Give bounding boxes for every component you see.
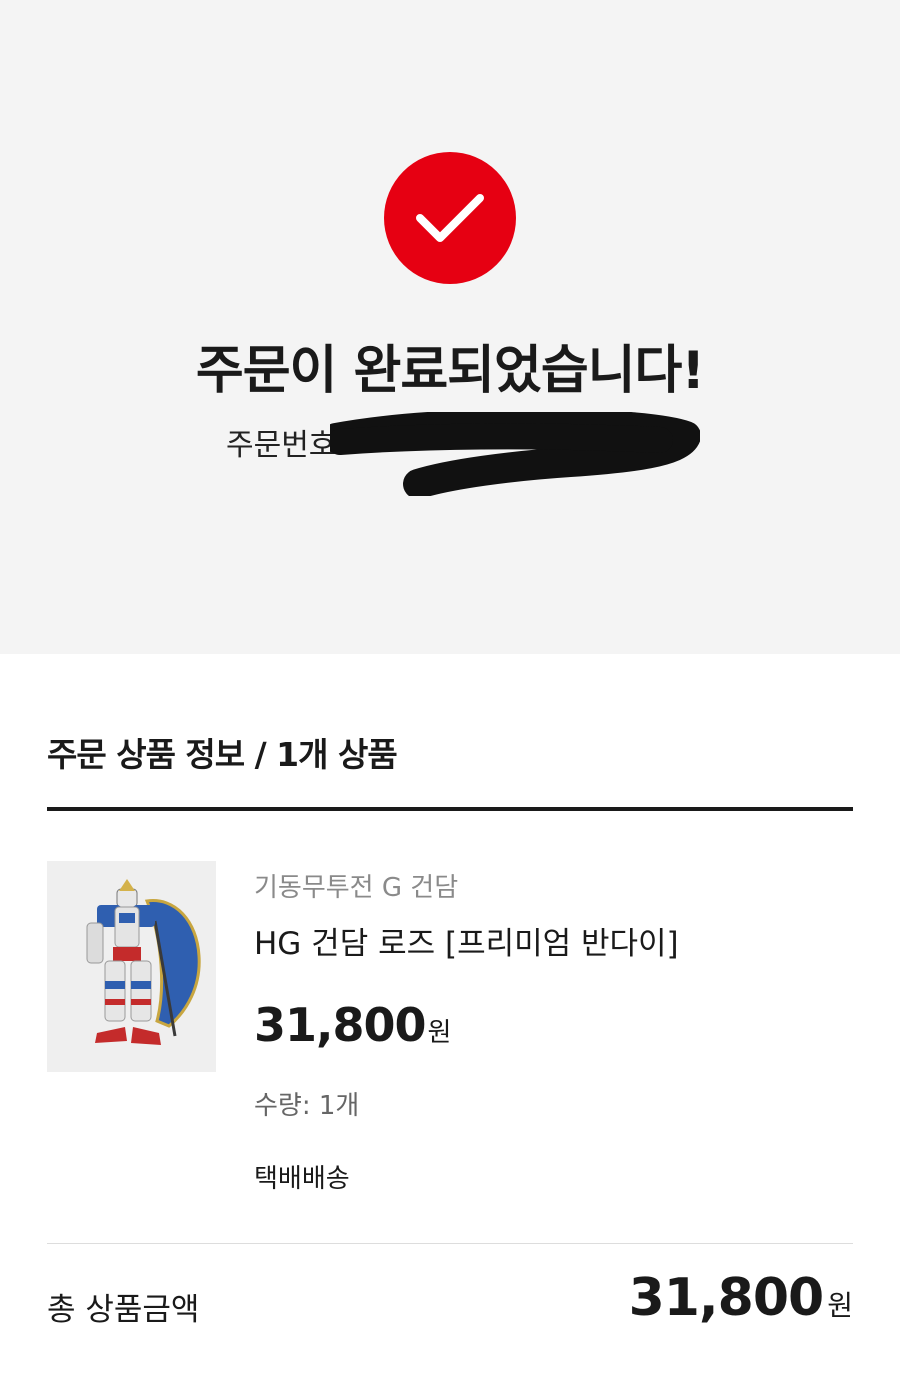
- product-price-value: 31,800: [254, 998, 427, 1052]
- section-divider: [47, 807, 853, 811]
- product-quantity: 수량: 1개: [254, 1091, 360, 1121]
- order-complete-title: 주문이 완료되었습니다!: [195, 341, 705, 401]
- total-label: 총 상품금액: [47, 1292, 200, 1328]
- product-thumbnail[interactable]: [47, 861, 216, 1072]
- product-price-currency: 원: [427, 1018, 452, 1048]
- order-number-label: 주문번호: [226, 428, 337, 463]
- product-name[interactable]: HG 건담 로즈 [프리미엄 반다이]: [254, 918, 679, 963]
- total-price-currency: 원: [827, 1289, 853, 1322]
- total-price-value: 31,800: [628, 1268, 825, 1328]
- total-price: 31,800 원: [629, 1268, 853, 1328]
- order-complete-header: 주문이 완료되었습니다! 주문번호: [0, 0, 900, 654]
- summary-divider: [47, 1243, 853, 1244]
- product-price: 31,800원: [254, 998, 451, 1052]
- order-items-section-title: 주문 상품 정보 / 1개 상품: [47, 735, 398, 774]
- product-series: 기동무투전 G 건담: [254, 873, 459, 903]
- check-icon: [384, 152, 516, 284]
- redaction-scribble: [330, 412, 700, 496]
- shipping-method: 택배배송: [254, 1164, 350, 1194]
